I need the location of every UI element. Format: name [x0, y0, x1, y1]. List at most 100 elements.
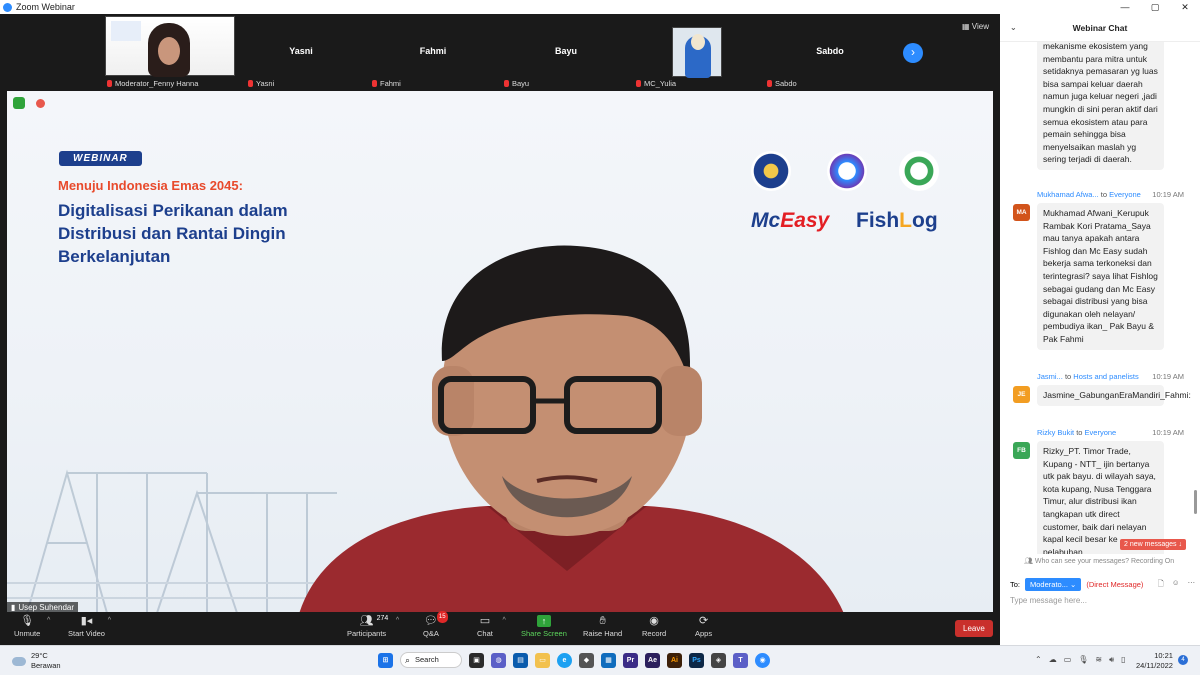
thumb-moderator[interactable]: Moderator_Fenny Hanna [105, 16, 235, 88]
message-sender[interactable]: Mukhamad Afwa... [1037, 190, 1099, 199]
sponsor-logos [751, 151, 951, 191]
message-sender[interactable]: Rizky Bukit [1037, 428, 1074, 437]
unmute-options-chevron-icon[interactable]: ^ [47, 617, 50, 624]
start-icon[interactable]: ⊞ [378, 652, 393, 668]
message-time: 10:19 AM [1152, 190, 1184, 199]
after-effects-icon[interactable]: Ae [645, 652, 660, 668]
weather-widget[interactable]: 29°C Berawan [12, 651, 61, 671]
thumb-sabdo[interactable]: Sabdo Sabdo [765, 16, 895, 88]
speaker-figure [299, 245, 844, 613]
start-video-button[interactable]: ▮◂ Start Video ^ [68, 615, 111, 638]
message-to-word: to [1100, 190, 1108, 199]
task-view-icon[interactable]: ▣ [469, 652, 484, 668]
message-recipient: Hosts and panelists [1073, 372, 1139, 381]
to-label: To: [1010, 579, 1021, 589]
unmute-button[interactable]: 🎙︎ Unmute ^ [14, 615, 50, 638]
record-button[interactable]: ◉ Record [642, 615, 666, 638]
file-explorer-icon[interactable]: ▭ [535, 652, 550, 668]
volume-icon[interactable]: 🔊︎ [1109, 655, 1114, 665]
file-icon[interactable]: 🗋︎ [1158, 578, 1164, 591]
battery-icon[interactable]: ▯ [1121, 655, 1125, 665]
teams-chat-icon[interactable]: ◍ [491, 652, 506, 668]
participants-label: Participants [347, 629, 387, 638]
message-sender[interactable]: Jasmi... [1037, 372, 1063, 381]
video-off-icon: ▮◂ [80, 615, 93, 627]
participants-button[interactable]: 👥︎ 274 Participants ^ [347, 615, 399, 638]
speaker-name: Usep Suhendar [18, 603, 74, 612]
premiere-icon[interactable]: Pr [623, 652, 638, 668]
search-icon[interactable]: Search [400, 652, 462, 668]
mic-tray-icon[interactable]: 🎙︎ [1078, 655, 1088, 665]
leave-button[interactable]: Leave [955, 620, 993, 637]
message-meta: Rizky Bukit to Everyone [1037, 428, 1116, 437]
qa-button[interactable]: 💬︎ 15 Q&A [423, 611, 448, 638]
chat-button[interactable]: ▭ Chat ^ [477, 615, 506, 638]
close-button[interactable]: ✕ [1170, 0, 1200, 14]
thumb-center-name: Sabdo [816, 46, 844, 56]
tray-chevron-icon[interactable]: ⌃ [1035, 655, 1042, 665]
video-options-chevron-icon[interactable]: ^ [108, 617, 111, 624]
maximize-button[interactable]: ▢ [1140, 0, 1170, 14]
thumb-fahmi[interactable]: Fahmi Fahmi [368, 16, 498, 88]
zoom-icon[interactable]: ◉ [755, 652, 770, 668]
teams-icon[interactable]: T [733, 652, 748, 668]
wifi-icon[interactable]: ≋ [1095, 655, 1102, 665]
weather-temp: 29°C [31, 651, 48, 660]
app-icon[interactable]: ◆ [579, 652, 594, 668]
message-to-word: to [1064, 372, 1072, 381]
emoji-icon[interactable]: ☺ [1172, 578, 1180, 591]
collapse-chevron-icon[interactable]: ⌄ [1010, 14, 1017, 42]
onedrive-icon[interactable]: ☁ [1049, 655, 1057, 665]
store-icon[interactable]: ▦ [601, 652, 616, 668]
apps-icon: ⟳ [698, 615, 709, 627]
fishlog-logo-part: Fish [856, 209, 900, 232]
who-can-see-link[interactable]: 👥︎ Who can see your messages? Recording … [1024, 557, 1174, 565]
view-button[interactable]: ▦ View [962, 22, 989, 31]
app-icon-2[interactable]: ◈ [711, 652, 726, 668]
mic-muted-icon [767, 80, 772, 87]
thumb-mc[interactable]: MC_Yulia [634, 16, 764, 88]
apps-button[interactable]: ⟳ Apps [695, 615, 712, 638]
signal-bars-icon: ▮ [11, 603, 16, 612]
chat-input[interactable]: Type message here... [1010, 596, 1087, 605]
edge-icon[interactable]: e [557, 652, 572, 668]
photoshop-icon[interactable]: Ps [689, 652, 704, 668]
taskbar-clock[interactable]: 10:21 24/11/2022 [1136, 651, 1173, 671]
fishlog-logo-part: og [912, 209, 938, 232]
thumb-name-label: Sabdo [775, 79, 797, 88]
chat-options-chevron-icon[interactable]: ^ [503, 617, 506, 624]
more-icon[interactable]: ⋯ [1188, 578, 1196, 591]
mic-muted-icon [504, 80, 509, 87]
thumb-bayu[interactable]: Bayu Bayu [501, 16, 631, 88]
window-title: Zoom Webinar [16, 2, 75, 12]
chat-header: ⌄ Webinar Chat [1000, 14, 1200, 42]
message-to-word: to [1076, 428, 1083, 437]
mic-muted-icon [107, 80, 112, 87]
participants-icon: 👥︎ 274 [359, 615, 389, 627]
thumb-label: Moderator_Fenny Hanna [107, 79, 198, 88]
widgets-icon[interactable]: ▤ [513, 652, 528, 668]
participants-options-chevron-icon[interactable]: ^ [396, 617, 399, 624]
minimize-button[interactable]: — [1110, 0, 1140, 14]
people-icon: 👥︎ [1024, 558, 1033, 565]
raise-hand-button[interactable]: ✋︎ Raise Hand [583, 615, 622, 638]
chat-scrollbar[interactable] [1194, 490, 1197, 514]
notification-badge[interactable]: 4 [1178, 655, 1188, 665]
next-page-chevron-icon[interactable]: › [903, 43, 923, 63]
share-screen-button[interactable]: ↑ Share Screen [521, 615, 567, 638]
message-meta: Jasmi... to Hosts and panelists [1037, 372, 1139, 381]
unmute-label: Unmute [14, 629, 41, 638]
avatar: MA [1013, 204, 1030, 221]
chat-message-list[interactable]: mekanisme ekosistem yang membantu para m… [1000, 42, 1200, 554]
illustrator-icon[interactable]: Ai [667, 652, 682, 668]
network-icon[interactable]: ▭ [1064, 655, 1072, 665]
encryption-shield-icon[interactable] [13, 97, 25, 109]
thumb-yasni[interactable]: Yasni Yasni [236, 16, 366, 88]
thumb-name-label: Fahmi [380, 79, 401, 88]
share-screen-label: Share Screen [521, 629, 567, 638]
video-stage: Moderator_Fenny Hanna Yasni Yasni Fahmi … [0, 14, 1000, 645]
main-speaker-video[interactable]: WEBINAR Menuju Indonesia Emas 2045: Digi… [7, 91, 993, 613]
message-text: Jasmine_GabunganEraMandiri_Fahmi: [1037, 385, 1191, 406]
new-messages-button[interactable]: 2 new messages ↓ [1120, 539, 1186, 550]
recipient-select[interactable]: Moderato... ⌄ [1025, 577, 1082, 591]
